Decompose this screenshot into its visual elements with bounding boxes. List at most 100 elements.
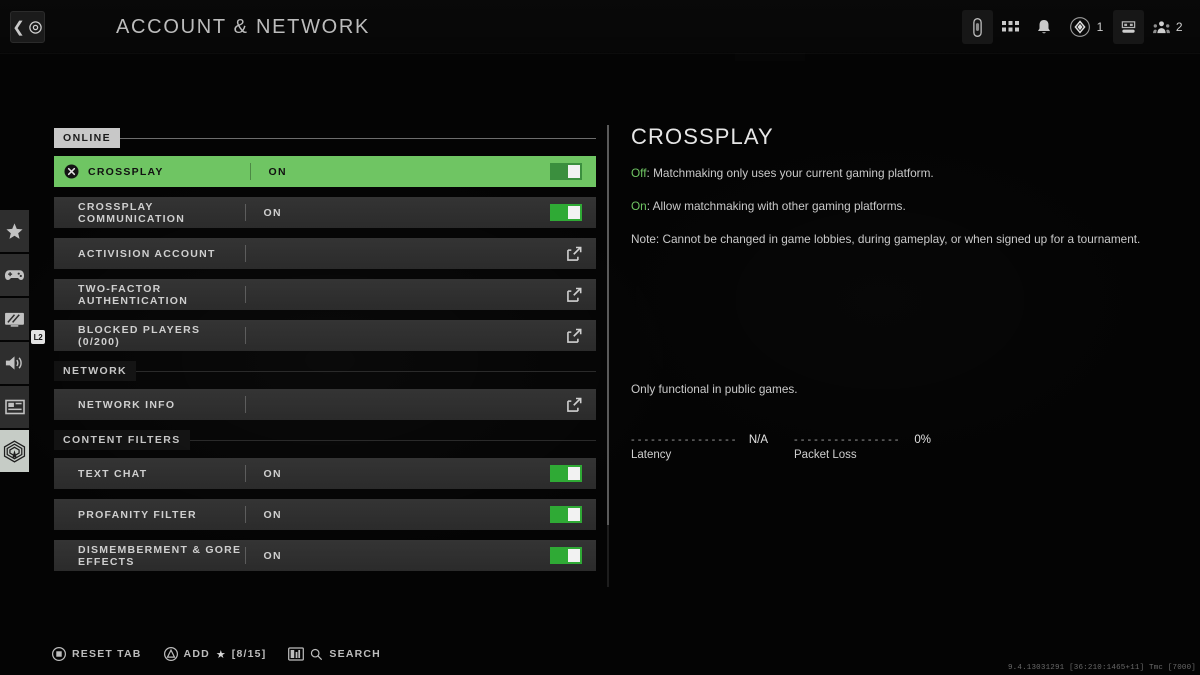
footer-label: ADD (183, 648, 210, 660)
search-icon (311, 648, 323, 660)
l2-button-badge: L2 (31, 330, 45, 344)
scrollbar-thumb[interactable] (607, 125, 609, 525)
sidebar-item-controller[interactable] (0, 254, 29, 296)
meter-bar: - - - - - - - - - - - - - - - - (631, 435, 736, 446)
toggle-knob (568, 165, 580, 178)
touchpad-icon (288, 647, 305, 661)
meter-value: 0% (914, 434, 931, 446)
setting-label: DISMEMBERMENT & GORE EFFECTS (78, 543, 242, 568)
meter-value: N/A (748, 434, 768, 446)
setting-control[interactable] (416, 328, 597, 343)
square-button-icon (52, 647, 66, 661)
device-icon[interactable] (961, 10, 993, 44)
star-icon (6, 222, 23, 239)
detail-on-key: On (631, 198, 647, 213)
setting-row[interactable]: NETWORK INFO (54, 389, 596, 420)
row-divider (244, 245, 246, 262)
back-button[interactable]: ❮ (10, 11, 45, 43)
external-link-icon (567, 397, 582, 412)
monitor-icon (5, 312, 24, 327)
speaker-icon (5, 356, 22, 370)
setting-row[interactable]: CROSSPLAY COMMUNICATION ON (54, 197, 596, 228)
detail-line-on: On: Allow matchmaking with other gaming … (631, 199, 1161, 215)
setting-label: PROFANITY FILTER (78, 508, 197, 521)
favorite-count: [8/15] (231, 648, 267, 660)
rank-diamond-icon (1069, 17, 1090, 37)
meter-top: - - - - - - - - - - - - - - - - N/A (631, 434, 768, 446)
header-underline (0, 53, 1200, 54)
row-select-icon (54, 164, 88, 179)
reset-tab-button[interactable]: RESET TAB (52, 647, 142, 661)
layout-icon (4, 399, 25, 415)
detail-on-text: : Allow matchmaking with other gaming pl… (646, 198, 906, 213)
setting-label: TWO-FACTOR AUTHENTICATION (78, 282, 189, 307)
detail-line-off: Off: Matchmaking only uses your current … (631, 166, 1161, 182)
party-indicator[interactable]: 2 (1144, 10, 1192, 44)
setting-control (416, 204, 597, 221)
network-meter: - - - - - - - - - - - - - - - - 0% Packet … (794, 434, 931, 461)
setting-control[interactable] (416, 397, 597, 412)
setting-value: ON (263, 549, 282, 562)
meter-label: Latency (631, 449, 672, 461)
triangle-button-icon (163, 647, 178, 661)
sidebar-item-account-network[interactable] (0, 430, 29, 472)
setting-toggle[interactable] (550, 163, 582, 180)
sidebar-item-audio[interactable] (0, 342, 29, 384)
setting-value: ON (263, 206, 282, 219)
sidebar-item-interface[interactable] (0, 386, 29, 428)
add-favorite-button[interactable]: ADD ★ [8/15] (163, 647, 267, 661)
background-block (735, 53, 805, 61)
section-header: ONLINE (54, 128, 596, 148)
setting-label: NETWORK INFO (78, 398, 176, 411)
meter-bar: - - - - - - - - - - - - - - - - (794, 435, 899, 446)
detail-note-extra: Only functional in public games. (631, 382, 798, 396)
circle-button-icon (29, 20, 42, 34)
section-title: ONLINE (54, 128, 121, 148)
setting-control (416, 547, 597, 564)
store-icon[interactable] (1112, 10, 1144, 44)
setting-row[interactable]: BLOCKED PLAYERS (0/200) (54, 320, 596, 351)
grid-icon[interactable] (993, 10, 1028, 44)
network-meters: - - - - - - - - - - - - - - - - N/A Latenc… (631, 434, 931, 461)
toggle-knob (568, 206, 580, 219)
setting-control[interactable] (416, 246, 597, 261)
setting-toggle[interactable] (550, 204, 582, 221)
search-button[interactable]: SEARCH (288, 647, 381, 661)
detail-off-key: Off (631, 166, 647, 180)
app-header: ❮ ACCOUNT & NETWORK 1 2 (0, 0, 1200, 53)
section-title: NETWORK (54, 361, 137, 381)
setting-toggle[interactable] (550, 465, 582, 482)
star-icon: ★ (215, 648, 226, 661)
setting-control[interactable] (416, 287, 597, 302)
row-divider (244, 327, 246, 344)
setting-row[interactable]: PROFANITY FILTER ON (54, 499, 596, 530)
sidebar-item-graphics[interactable] (0, 298, 29, 340)
meter-label: Packet Loss (794, 449, 857, 461)
setting-row[interactable]: CROSSPLAY ON (54, 156, 596, 187)
footer-label: RESET TAB (72, 648, 142, 660)
setting-row[interactable]: TEXT CHAT ON (54, 458, 596, 489)
setting-row[interactable]: DISMEMBERMENT & GORE EFFECTS ON (54, 540, 596, 571)
meter-top: - - - - - - - - - - - - - - - - 0% (794, 434, 931, 446)
setting-toggle[interactable] (550, 547, 582, 564)
setting-row[interactable]: TWO-FACTOR AUTHENTICATION (54, 279, 596, 310)
setting-row[interactable]: ACTIVISION ACCOUNT (54, 238, 596, 269)
setting-toggle[interactable] (550, 506, 582, 523)
bell-icon[interactable] (1028, 10, 1060, 44)
section-rule (189, 439, 596, 441)
toggle-knob (568, 467, 580, 480)
network-tower-icon (3, 439, 26, 463)
rank-badge[interactable]: 1 (1060, 10, 1113, 44)
setting-label: CROSSPLAY (88, 165, 164, 178)
external-link-icon (567, 287, 582, 302)
section-title: CONTENT FILTERS (54, 430, 190, 450)
page-title: ACCOUNT & NETWORK (116, 16, 371, 38)
setting-value: ON (263, 467, 282, 480)
setting-value: ON (263, 508, 282, 521)
setting-label: ACTIVISION ACCOUNT (78, 247, 216, 260)
rank-count: 1 (1096, 20, 1104, 34)
setting-value: ON (268, 165, 287, 178)
detail-title: CROSSPLAY (631, 124, 774, 149)
sidebar-item-favorites[interactable] (0, 210, 29, 252)
setting-control (416, 465, 597, 482)
